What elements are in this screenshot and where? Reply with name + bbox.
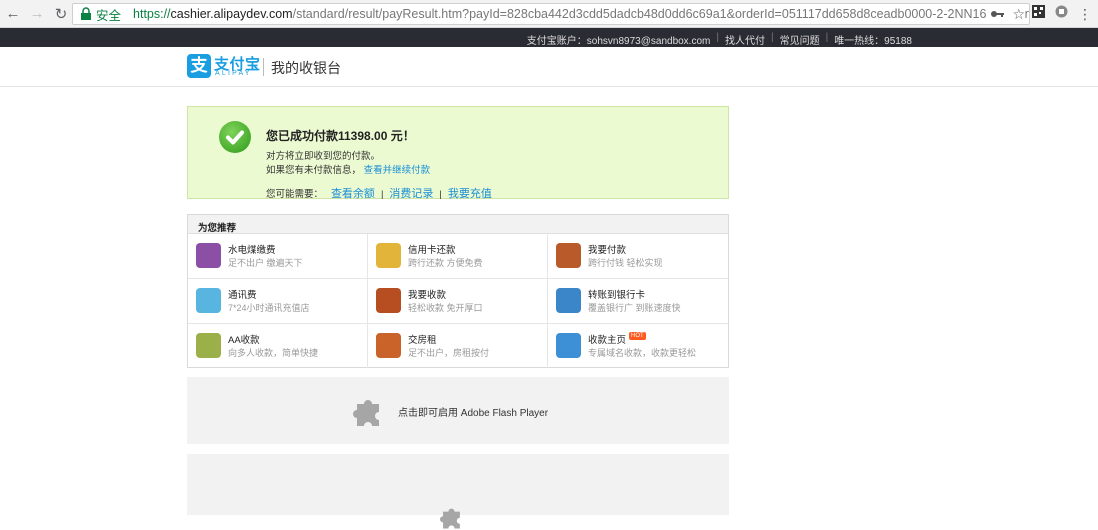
recommend-item-subtitle: 覆盖银行广 到账速度快: [588, 303, 681, 313]
topbar-hotline: 唯一热线：95188: [834, 36, 912, 47]
recommend-item-title: 我要收款: [408, 290, 447, 301]
recommend-item-title: 转账到银行卡: [588, 290, 646, 301]
recommend-item-title: 我要付款: [588, 245, 627, 256]
recommend-item-subtitle: 跨行付钱 轻松实现: [588, 258, 663, 268]
view-balance-link[interactable]: 查看余额: [331, 188, 375, 200]
account-info: 支付宝账户：sohsvn8973@sandbox.com: [526, 36, 711, 47]
topbar-link-pay-for-others[interactable]: 找人代付: [725, 32, 765, 47]
flash-placeholder[interactable]: 点击即可启用 Adobe Flash Player: [187, 377, 729, 444]
page-header: 支 支付宝 ALIPAY 我的收银台: [0, 47, 1098, 87]
evernote-icon[interactable]: [1055, 5, 1068, 23]
success-message: 对方将立即收到您的付款。: [266, 151, 381, 162]
recommend-item-subtitle: 专属域名收款，收款更轻松: [588, 348, 697, 358]
recommend-item[interactable]: 我要付款跨行付钱 轻松实现: [548, 234, 728, 279]
plugin-puzzle-icon: [353, 400, 379, 426]
recommend-item-subtitle: 足不出户，房租按付: [408, 348, 490, 358]
menu-icon[interactable]: ⋮: [1078, 7, 1092, 21]
recommend-item[interactable]: AA收款向多人收款，简单快捷: [188, 324, 368, 368]
unpaid-info: 如果您有未付款信息， 查看并继续付款: [266, 165, 431, 176]
recommend-item[interactable]: 转账到银行卡覆盖银行广 到账速度快: [548, 279, 728, 324]
collect-homepage-icon: [556, 333, 581, 358]
suggested-actions: 您可能需要： 查看余额 | 消费记录 | 我要充值: [266, 188, 492, 200]
header-divider: [263, 58, 264, 76]
bank-transfer-icon: [556, 288, 581, 313]
recommend-header: 为您推荐: [188, 215, 728, 234]
success-title: 您已成功付款11398.00 元！: [266, 129, 415, 143]
key-icon[interactable]: [990, 8, 1005, 22]
utilities-icon: [196, 243, 221, 268]
url-scheme: https://: [133, 7, 171, 21]
topbar-link-faq[interactable]: 常见问题: [780, 32, 820, 47]
recommend-item-title: 交房租: [408, 335, 437, 346]
star-icon[interactable]: ☆: [1012, 6, 1025, 23]
recommend-panel: 为您推荐 水电煤缴费 足不出户 缴遍天下 信用卡还款 跨行还款 方便免费 我要付款 跨行付…: [187, 214, 729, 368]
lock-icon: [80, 7, 92, 21]
recommend-item[interactable]: 我要收款轻松收款 免开厚口: [368, 279, 548, 324]
hot-badge: HOT: [629, 332, 646, 340]
recommend-item-subtitle: 7*24小时通讯充值店: [228, 303, 310, 313]
qr-code-icon[interactable]: [1032, 5, 1045, 23]
flash-placeholder-2[interactable]: [187, 454, 729, 529]
recommend-grid: 水电煤缴费 足不出户 缴遍天下 信用卡还款 跨行还款 方便免费 我要付款 跨行付钱 轻松实…: [188, 234, 728, 368]
recommend-item-title: 水电煤缴费: [228, 245, 276, 256]
continue-payment-link[interactable]: 查看并继续付款: [364, 165, 431, 176]
recommend-item[interactable]: 收款主页 HOT 专属域名收款，收款更轻松: [548, 324, 728, 368]
success-check-icon: [219, 121, 251, 153]
recommend-item-title: 信用卡还款: [408, 245, 456, 256]
url-host: cashier.alipaydev.com: [170, 7, 293, 21]
secure-label: 安全: [96, 8, 122, 23]
page-title: 我的收银台: [271, 60, 341, 76]
alipay-logo-icon: 支: [187, 54, 211, 78]
recommend-item-title: AA收款: [228, 335, 260, 346]
top-bar: 支付宝账户：sohsvn8973@sandbox.com | 找人代付 | 常见…: [0, 28, 1098, 47]
plugin-puzzle-icon: [440, 508, 460, 529]
reload-icon[interactable]: ↻: [50, 3, 72, 25]
recommend-item[interactable]: 水电煤缴费足不出户 缴遍天下: [188, 234, 368, 279]
recommend-item-title: 收款主页 HOT: [588, 332, 646, 346]
recommend-item-subtitle: 向多人收款，简单快捷: [228, 348, 319, 358]
recommend-item-title: 通讯费: [228, 290, 257, 301]
flash-enable-text: 点击即可启用 Adobe Flash Player: [398, 408, 549, 419]
recharge-link[interactable]: 我要充值: [448, 188, 492, 200]
payment-success-panel: 您已成功付款11398.00 元！ 对方将立即收到您的付款。 如果您有未付款信息…: [187, 106, 729, 200]
receive-money-icon: [376, 288, 401, 313]
alipay-logo[interactable]: 支 支付宝 ALIPAY: [187, 54, 260, 80]
back-icon[interactable]: ←: [2, 3, 24, 25]
address-bar[interactable]: 安全 https://cashier.alipaydev.com/standar…: [72, 3, 1030, 25]
aa-collect-icon: [196, 333, 221, 358]
recommend-item[interactable]: 通讯费 7*24小时通讯充值店: [188, 279, 368, 324]
pay-icon: [556, 243, 581, 268]
recommend-item[interactable]: 信用卡还款跨行还款 方便免费: [368, 234, 548, 279]
phone-recharge-icon: [196, 288, 221, 313]
consumption-record-link[interactable]: 消费记录: [389, 188, 433, 200]
browser-toolbar: ← → ↻ 安全 https://cashier.alipaydev.com/s…: [0, 0, 1098, 28]
rent-icon: [376, 333, 401, 358]
credit-card-icon: [376, 243, 401, 268]
recommend-item-subtitle: 跨行还款 方便免费: [408, 258, 483, 268]
recommend-item[interactable]: 交房租足不出户，房租按付: [368, 324, 548, 368]
recommend-item-subtitle: 轻松收款 免开厚口: [408, 303, 483, 313]
recommend-item-subtitle: 足不出户 缴遍天下: [228, 258, 303, 268]
url-path: /standard/result/payResult.htm?payId=828…: [292, 7, 1030, 21]
forward-icon[interactable]: →: [26, 3, 48, 25]
